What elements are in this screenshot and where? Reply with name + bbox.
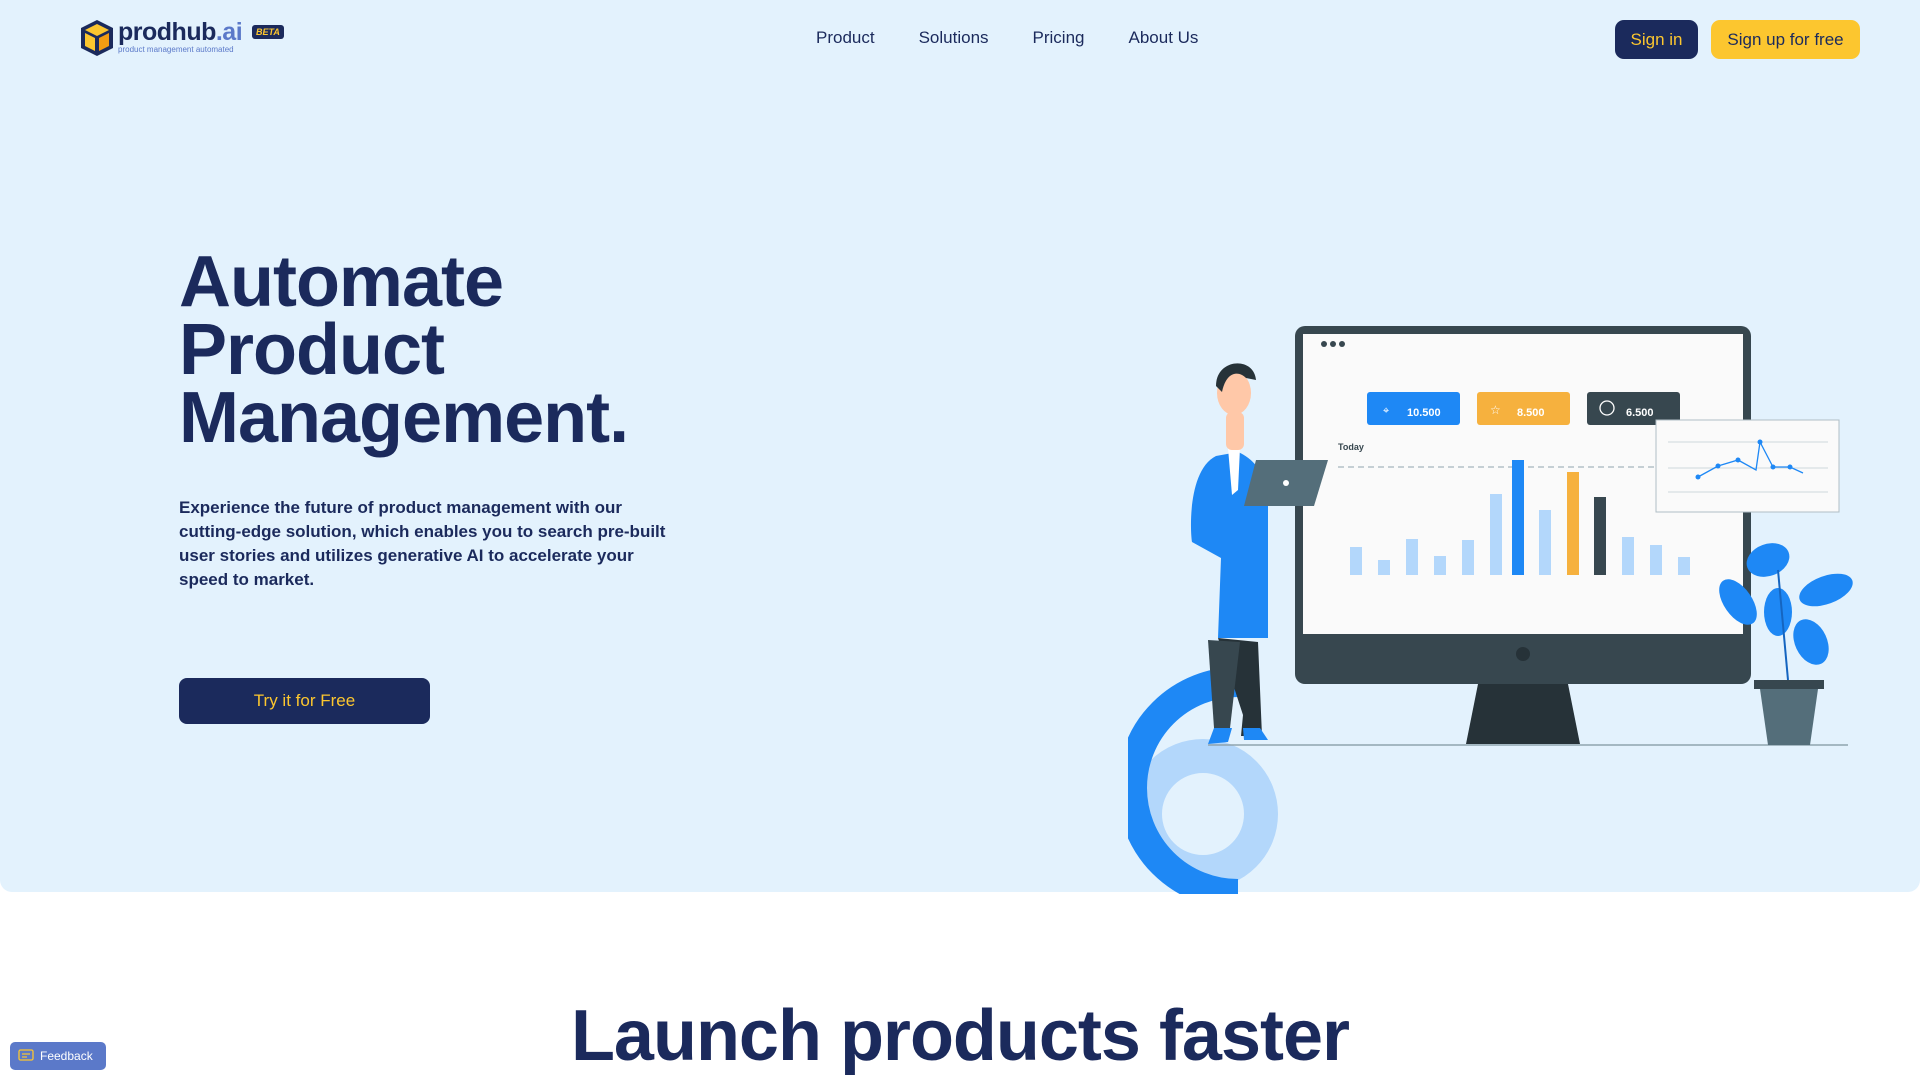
beta-badge: BETA	[252, 25, 284, 39]
sign-up-button[interactable]: Sign up for free	[1711, 20, 1860, 59]
nav-link-product[interactable]: Product	[816, 28, 875, 48]
stat-card-stars: ☆ 8.500	[1477, 392, 1570, 425]
line-chart-card	[1655, 419, 1840, 513]
feedback-button[interactable]: Feedback	[10, 1042, 106, 1070]
hero-title: Automate Product Management.	[179, 242, 739, 458]
hero-title-line: Product	[179, 310, 445, 390]
ring-decoration	[1128, 667, 1278, 894]
hero-title-line: Management.	[179, 378, 629, 458]
nav-link-pricing[interactable]: Pricing	[1033, 28, 1085, 48]
dashboard-illustration: ⌖ 10.500 ☆ 8.500 6.500 Today	[1128, 326, 1853, 894]
svg-text:☆: ☆	[1490, 403, 1501, 417]
hero-description: Experience the future of product managem…	[179, 498, 666, 589]
hero-title-line: Automate	[179, 242, 504, 322]
svg-text:⌖: ⌖	[1383, 405, 1389, 417]
stat-card-clicks: ⌖ 10.500	[1367, 392, 1460, 425]
svg-text:10.500: 10.500	[1407, 407, 1441, 419]
hero-section: Automate Product Management. Experience …	[0, 80, 1920, 894]
brand-name: prodhub.ai	[118, 18, 243, 46]
feedback-label: Feedback	[40, 1049, 93, 1063]
brand-tagline: product management automated	[118, 45, 234, 54]
sign-in-button[interactable]: Sign in	[1615, 20, 1698, 59]
section-title: Launch products faster	[570, 996, 1350, 1076]
feedback-icon	[18, 1049, 34, 1061]
try-for-free-button[interactable]: Try it for Free	[179, 678, 430, 724]
nav-link-about-us[interactable]: About Us	[1129, 28, 1199, 48]
cube-logo-icon	[81, 20, 113, 56]
chart-today-label: Today	[1338, 442, 1364, 452]
nav-link-solutions[interactable]: Solutions	[919, 28, 989, 48]
main-nav: Product Solutions Pricing About Us	[816, 28, 1198, 48]
svg-text:8.500: 8.500	[1517, 407, 1545, 419]
brand-logo[interactable]: prodhub.ai BETA product management autom…	[78, 18, 298, 58]
top-navigation-bar: prodhub.ai BETA product management autom…	[0, 0, 1920, 80]
svg-text:6.500: 6.500	[1626, 407, 1654, 419]
